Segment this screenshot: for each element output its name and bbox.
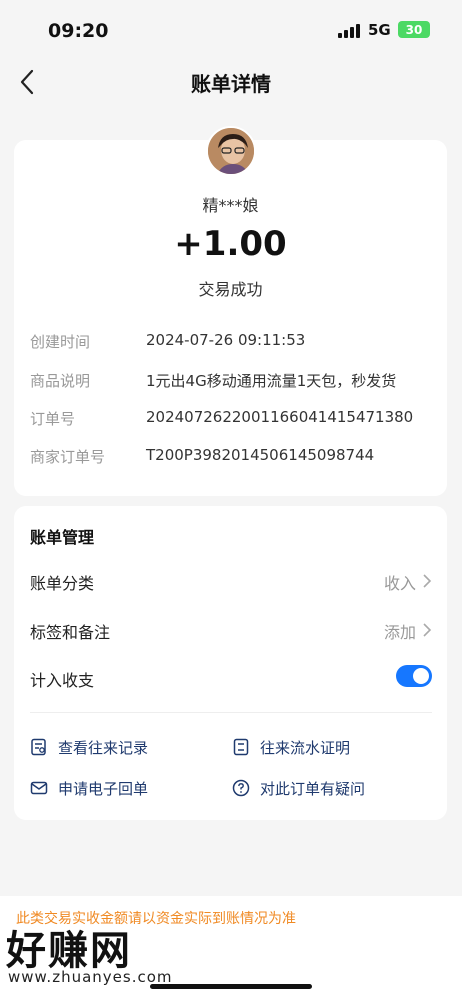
detail-value: 1元出4G移动通用流量1天包，秒发货 <box>146 372 397 390</box>
home-indicator <box>150 984 312 989</box>
transaction-status: 交易成功 <box>198 280 263 299</box>
chevron-right-icon <box>423 574 432 588</box>
detail-value: 2024-07-26 09:11:53 <box>146 331 306 349</box>
page-title: 账单详情 <box>191 72 271 96</box>
avatar[interactable] <box>206 126 256 176</box>
view-history-label: 查看往来记录 <box>58 739 149 757</box>
detail-label: 创建时间 <box>30 333 91 351</box>
chevron-right-icon <box>423 623 432 637</box>
transaction-card: 精***娘 +1.00 交易成功 创建时间 2024-07-26 09:11:5… <box>14 126 447 496</box>
divider <box>30 712 432 713</box>
detail-label: 商品说明 <box>30 372 91 390</box>
history-doc-icon <box>31 738 46 756</box>
include-income-toggle[interactable] <box>396 665 432 687</box>
nav-bar: 账单详情 <box>0 60 462 104</box>
include-income-row: 计入收支 <box>30 665 432 691</box>
status-bar: 09:20 5G 30 <box>0 0 462 60</box>
watermark-url: www.zhuanyes.com <box>8 968 173 986</box>
statement-icon <box>233 738 249 756</box>
tags-notes-value: 添加 <box>383 623 416 642</box>
transaction-amount: +1.00 <box>174 224 287 264</box>
status-time: 09:20 <box>48 20 109 42</box>
detail-value: 20240726220011660414154713​80 <box>146 408 414 426</box>
tags-notes-row[interactable]: 标签和备注 添加 <box>30 617 432 643</box>
battery-icon: 30 <box>398 21 430 38</box>
detail-value: T200P3982014506145098744 <box>146 446 375 464</box>
detail-label: 商家订单号 <box>30 448 106 466</box>
detail-label: 订单号 <box>30 410 76 428</box>
question-icon <box>232 779 250 797</box>
bill-management-card: 账单管理 账单分类 收入 标签和备注 添加 计入收支 查看往来记录 往来流水证明… <box>14 506 447 820</box>
signal-icon <box>338 23 362 38</box>
bill-category-label: 账单分类 <box>30 574 95 593</box>
order-question-label: 对此订单有疑问 <box>260 780 366 798</box>
include-income-label: 计入收支 <box>30 671 95 690</box>
bill-category-row[interactable]: 账单分类 收入 <box>30 568 432 594</box>
bill-category-value: 收入 <box>383 574 416 593</box>
payer-name: 精***娘 <box>202 196 259 215</box>
battery-level: 30 <box>405 22 423 37</box>
statement-proof-label: 往来流水证明 <box>260 739 351 757</box>
e-receipt-label: 申请电子回单 <box>58 780 149 798</box>
section-title: 账单管理 <box>30 528 95 547</box>
tags-notes-label: 标签和备注 <box>30 623 111 642</box>
mail-icon <box>30 781 48 795</box>
network-type: 5G <box>368 21 391 39</box>
